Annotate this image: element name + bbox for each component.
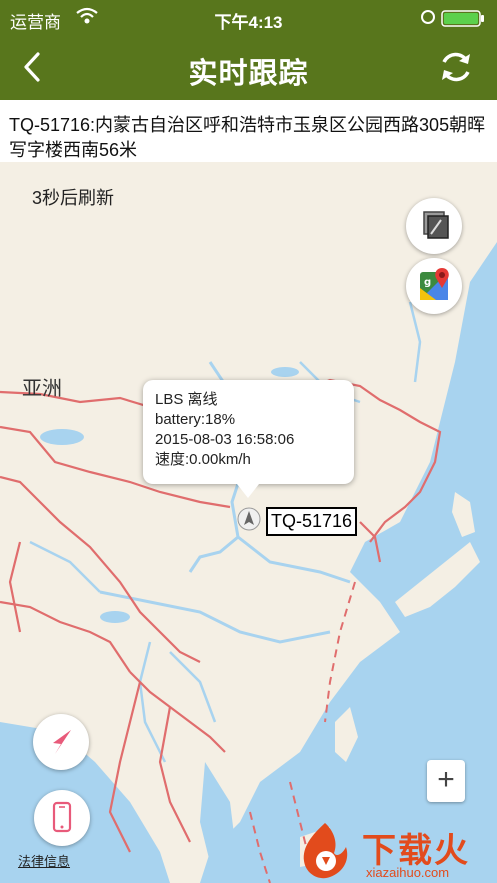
phone-icon (52, 801, 72, 833)
map-type-button[interactable] (406, 198, 462, 254)
device-marker-icon[interactable] (237, 507, 261, 531)
status-bar: 运营商 下午4:13 (0, 0, 497, 36)
svg-text:g: g (424, 277, 431, 288)
address-text: TQ-51716:内蒙古自治区呼和浩特市玉泉区公园西路305朝晖写字楼西南56米 (0, 100, 497, 162)
navigation-arrow-icon (53, 730, 71, 754)
popup-timestamp: 2015-08-03 16:58:06 (155, 431, 295, 448)
refresh-icon[interactable] (437, 48, 475, 86)
google-maps-button[interactable]: g (406, 258, 462, 314)
battery-icon (441, 10, 484, 27)
page-title: 实时跟踪 (188, 58, 309, 90)
map-region-label: 亚洲 (22, 378, 62, 400)
legal-info-link[interactable]: 法律信息 (18, 851, 70, 870)
popup-speed: 速度:0.00km/h (155, 451, 251, 468)
map-view[interactable]: 3秒后刷新 亚洲 g LBS 离线 battery:18% 2015-08-03… (0, 162, 497, 883)
satellite-layer-icon (423, 211, 449, 239)
popup-connection-status: LBS 离线 (155, 391, 218, 408)
phone-location-button[interactable] (34, 790, 90, 846)
watermark: 下载火 xiazaihuo.com (292, 817, 497, 883)
watermark-url: xiazaihuo.com (366, 865, 450, 880)
device-id-label: TQ-51716 (266, 507, 358, 536)
nav-bar: 实时跟踪 (0, 36, 497, 100)
charging-icon (421, 10, 435, 24)
zoom-in-button[interactable]: + (427, 760, 465, 802)
google-maps-icon: g (420, 268, 449, 300)
flame-logo-icon (303, 823, 348, 879)
my-location-button[interactable] (33, 714, 89, 770)
refresh-countdown: 3秒后刷新 (32, 188, 115, 208)
popup-battery: battery:18% (155, 411, 236, 428)
device-info-popup: LBS 离线 battery:18% 2015-08-03 16:58:06 速… (143, 380, 354, 498)
